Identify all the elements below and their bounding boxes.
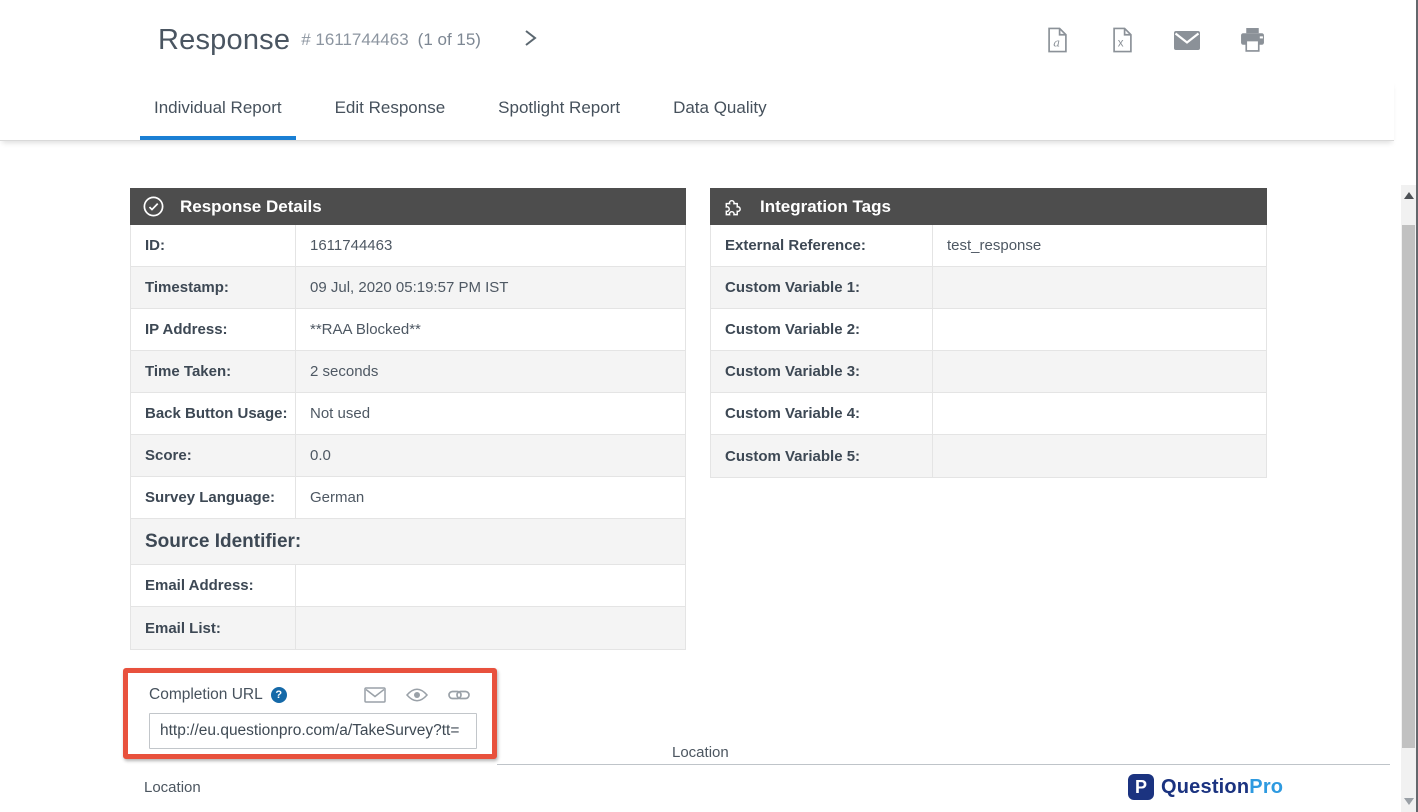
row-label: Survey Language: (131, 477, 296, 518)
header-actions: a x (1043, 0, 1266, 80)
completion-url-label: Completion URL (149, 686, 263, 704)
table-row: Email List: (131, 607, 685, 649)
row-value: 0.0 (296, 435, 685, 476)
row-label: Custom Variable 4: (711, 393, 933, 434)
location-section-title: Location (672, 744, 729, 761)
page-title: Response (158, 24, 290, 57)
completion-url-section: Completion URL ? (123, 668, 497, 759)
table-row: Survey Language:German (131, 477, 685, 519)
row-label: Email Address: (131, 565, 296, 606)
scroll-up-icon (1404, 192, 1414, 199)
tab-data-quality[interactable]: Data Quality (659, 80, 781, 140)
copy-link-icon[interactable] (448, 689, 470, 701)
integration-tags-panel: Integration Tags External Reference:test… (710, 188, 1267, 478)
response-position: (1 of 15) (418, 30, 481, 50)
table-row: Time Taken:2 seconds (131, 351, 685, 393)
scroll-up-button[interactable] (1401, 187, 1416, 204)
puzzle-piece-icon (722, 195, 745, 218)
questionpro-logo: P QuestionPro (1128, 774, 1283, 800)
scroll-down-button[interactable] (1401, 793, 1416, 810)
print-icon[interactable] (1238, 26, 1266, 54)
tab-spotlight-report[interactable]: Spotlight Report (484, 80, 634, 140)
brand-pro: Pro (1249, 776, 1283, 798)
questionpro-logo-mark: P (1128, 774, 1154, 800)
table-row: External Reference:test_response (711, 225, 1266, 267)
email-icon[interactable] (1173, 26, 1201, 54)
row-label: Custom Variable 1: (711, 267, 933, 308)
table-row: Source Identifier: (131, 519, 685, 565)
svg-text:a: a (1053, 35, 1060, 49)
row-label: Custom Variable 3: (711, 351, 933, 392)
row-value: test_response (933, 225, 1266, 266)
integration-tags-table: External Reference:test_responseCustom V… (710, 225, 1267, 478)
row-label: External Reference: (711, 225, 933, 266)
send-email-icon[interactable] (364, 687, 386, 703)
row-label: Back Button Usage: (131, 393, 296, 434)
tab-individual-report[interactable]: Individual Report (140, 80, 296, 140)
row-value (933, 351, 1266, 392)
table-row: Score:0.0 (131, 435, 685, 477)
preview-eye-icon[interactable] (406, 688, 428, 702)
panel-title: Response Details (180, 197, 322, 217)
completion-url-toolbar: Completion URL ? (149, 685, 492, 705)
svg-text:x: x (1117, 37, 1123, 49)
table-row: Custom Variable 3: (711, 351, 1266, 393)
row-label: Time Taken: (131, 351, 296, 392)
brand-question: Question (1161, 776, 1249, 798)
tab-edit-response[interactable]: Edit Response (321, 80, 460, 140)
scroll-down-icon (1404, 798, 1414, 805)
help-icon[interactable]: ? (271, 687, 287, 703)
row-label: ID: (131, 225, 296, 266)
header: Response # 1611744463 (1 of 15) a x (0, 0, 1394, 80)
row-value (296, 565, 685, 606)
row-label: Custom Variable 2: (711, 309, 933, 350)
row-value (933, 267, 1266, 308)
pdf-export-icon[interactable]: a (1043, 26, 1071, 54)
row-label: Email List: (131, 607, 296, 649)
excel-export-icon[interactable]: x (1108, 26, 1136, 54)
row-value: German (296, 477, 685, 518)
response-id: # 1611744463 (301, 30, 408, 50)
table-row: Timestamp:09 Jul, 2020 05:19:57 PM IST (131, 267, 685, 309)
table-row: Custom Variable 1: (711, 267, 1266, 309)
row-value: 09 Jul, 2020 05:19:57 PM IST (296, 267, 685, 308)
check-circle-icon (142, 195, 165, 218)
row-value (933, 393, 1266, 434)
table-row: IP Address:**RAA Blocked** (131, 309, 685, 351)
row-label: Custom Variable 5: (711, 435, 933, 477)
row-label: Source Identifier: (131, 519, 301, 564)
response-details-table: ID:1611744463Timestamp:09 Jul, 2020 05:1… (130, 225, 686, 650)
row-value: 2 seconds (296, 351, 685, 392)
row-value: **RAA Blocked** (296, 309, 685, 350)
scrollbar-thumb[interactable] (1402, 225, 1415, 748)
integration-tags-header: Integration Tags (710, 188, 1267, 225)
table-row: ID:1611744463 (131, 225, 685, 267)
row-label: Score: (131, 435, 296, 476)
report-tabs: Individual Report Edit Response Spotligh… (0, 80, 1394, 141)
row-value (933, 435, 1266, 477)
completion-url-actions (364, 687, 470, 703)
panel-title: Integration Tags (760, 197, 891, 217)
next-response-button[interactable] (523, 28, 538, 53)
table-row: Custom Variable 2: (711, 309, 1266, 351)
row-value (933, 309, 1266, 350)
completion-url-input[interactable] (149, 713, 477, 749)
row-label: Timestamp: (131, 267, 296, 308)
table-row: Custom Variable 4: (711, 393, 1266, 435)
row-value: Not used (296, 393, 685, 434)
response-viewer-window: Response # 1611744463 (1 of 15) a x (0, 0, 1418, 812)
table-row: Custom Variable 5: (711, 435, 1266, 477)
section-divider (497, 764, 1390, 765)
vertical-scrollbar[interactable] (1401, 185, 1416, 812)
row-value (296, 607, 685, 649)
response-details-panel: Response Details ID:1611744463Timestamp:… (130, 188, 686, 650)
chevron-right-icon (523, 28, 538, 53)
questionpro-logo-text: QuestionPro (1161, 776, 1283, 799)
response-details-header: Response Details (130, 188, 686, 225)
table-row: Back Button Usage:Not used (131, 393, 685, 435)
table-row: Email Address: (131, 565, 685, 607)
row-label: IP Address: (131, 309, 296, 350)
row-value: 1611744463 (296, 225, 685, 266)
location-footer-label: Location (144, 779, 201, 796)
